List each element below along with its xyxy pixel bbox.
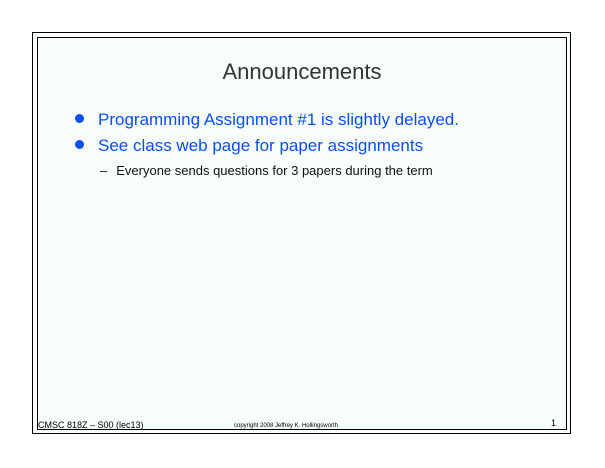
footer-course: CMSC 818Z – S00 (lec13) <box>38 420 144 430</box>
bullet-item: See class web page for paper assignments <box>75 136 423 156</box>
bullet-text: See class web page for paper assignments <box>98 136 424 155</box>
footer-copyright: copyright 2008 Jeffrey K. Hollingsworth <box>234 423 338 429</box>
bullet-icon <box>75 114 84 124</box>
bullet-item: Programming Assignment #1 is slightly de… <box>75 110 459 130</box>
bullet-icon <box>75 140 84 150</box>
sub-bullet-text: Everyone sends questions for 3 papers du… <box>116 163 433 178</box>
bullet-text: Programming Assignment #1 is slightly de… <box>98 110 459 129</box>
sub-bullet-item: – Everyone sends questions for 3 papers d… <box>100 163 433 178</box>
slide-title: Announcements <box>222 59 382 84</box>
dash-icon: – <box>100 163 108 178</box>
page-number: 1 <box>551 418 557 428</box>
slide: Announcements Programming Assignment #1 … <box>37 37 567 430</box>
